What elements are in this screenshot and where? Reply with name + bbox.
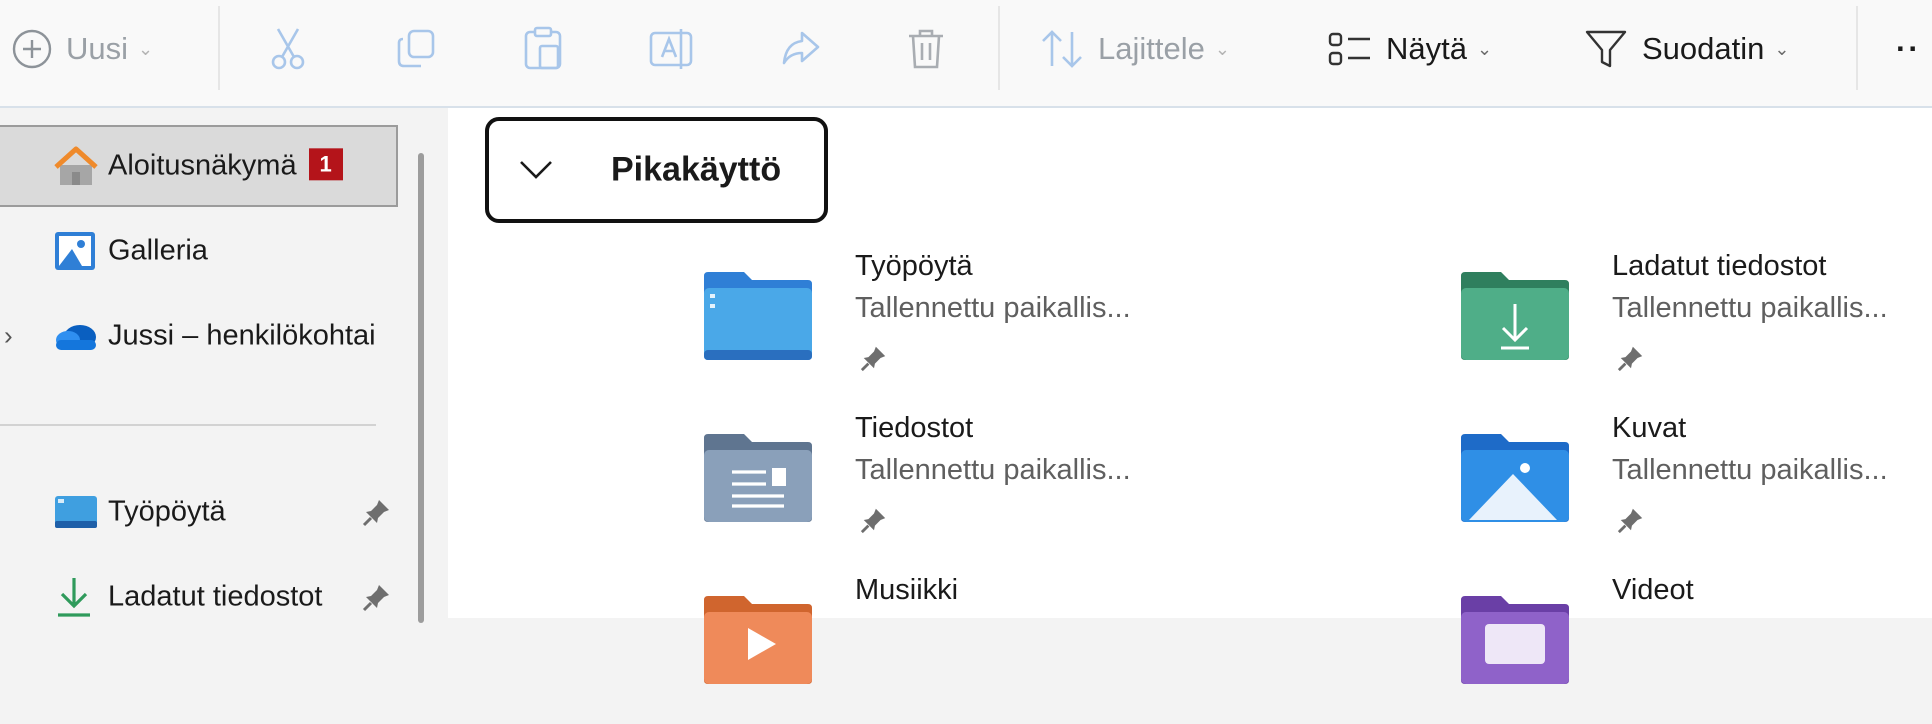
paste-button[interactable] [522,0,564,98]
gallery-icon [55,232,95,270]
sidebar-item-label: Aloitusnäkymä [108,149,297,182]
sort-label: Lajittele [1098,31,1205,66]
sidebar-divider [0,424,376,426]
chevron-down-icon: ⌄ [1214,38,1230,59]
item-location: Tallennettu paikallis... [1612,292,1888,324]
toolbar-separator [218,6,220,90]
sidebar-item-label: Galleria [108,234,208,267]
item-name: Videot [1612,574,1694,606]
filter-button[interactable]: Suodatin ⌄ [1584,0,1789,98]
quick-access-item-videos[interactable]: Videot [1457,574,1932,724]
pin-icon [1617,508,1643,534]
item-name: Musiikki [855,574,959,606]
copy-icon [397,29,435,68]
new-button[interactable]: Uusi ⌄ [12,0,153,98]
desktop-folder-icon [704,272,812,360]
content-area: Pikakäyttö Työpöytä Tallennettu paikalli… [448,108,1932,684]
view-button[interactable]: Näytä ⌄ [1328,0,1492,98]
item-name: Kuvat [1612,412,1687,444]
sidebar-scrollbar[interactable] [418,153,424,623]
item-location: Tallennettu paikallis... [1612,454,1888,486]
music-folder-icon [704,596,812,684]
sidebar-item-gallery[interactable]: Galleria [0,210,398,292]
view-label: Näytä [1386,31,1467,66]
cut-button[interactable] [268,0,308,98]
sidebar-item-downloads[interactable]: Ladatut tiedostot [0,556,392,638]
pin-icon [860,346,886,372]
item-name: Työpöytä [855,250,973,282]
sidebar-item-home[interactable]: Aloitusnäkymä 1 [0,125,398,207]
toolbar-separator [1856,6,1858,90]
scissors-icon [271,28,305,70]
quick-access-item-desktop[interactable]: Työpöytä Tallennettu paikallis... [700,250,1400,400]
item-name: Tiedostot [855,412,974,444]
quick-access-item-documents[interactable]: Tiedostot Tallennettu paikallis... [700,412,1400,562]
toolbar-separator [998,6,1000,90]
list-view-icon [1328,32,1370,66]
clipboard-icon [524,26,562,70]
navigation-pane: Aloitusnäkymä 1 Galleria › Jussi – henkil… [0,108,445,623]
trash-icon [909,29,943,69]
more-icon: ·· [1896,31,1921,66]
chevron-down-icon [520,161,552,179]
plus-circle-icon [12,29,52,69]
new-label: Uusi [66,31,129,66]
quick-access-header[interactable]: Pikakäyttö [485,117,828,223]
videos-folder-icon [1461,596,1569,684]
sort-button[interactable]: Lajittele ⌄ [1040,0,1230,98]
pin-icon[interactable] [362,497,392,527]
chevron-right-icon[interactable]: › [4,321,13,352]
copy-button[interactable] [395,0,437,98]
download-arrow-icon [58,578,90,617]
home-icon [54,146,98,185]
sidebar-item-label: Ladatut tiedostot [108,580,323,613]
desktop-folder-icon [55,496,97,528]
rename-button[interactable] [648,0,694,98]
sidebar-item-label: Jussi – henkilökohtai [108,319,376,352]
chevron-down-icon: ⌄ [138,38,154,59]
filter-label: Suodatin [1642,31,1765,66]
quick-access-item-music[interactable]: Musiikki [700,574,1400,724]
filter-funnel-icon [1585,30,1627,68]
command-bar: Uusi ⌄ Lajittele ⌄ Näytä ⌄ Suodatin ⌄ ·· [0,0,1932,108]
share-button[interactable] [778,0,822,98]
onedrive-cloud-icon [56,325,96,350]
sidebar-item-onedrive[interactable]: › Jussi – henkilökohtai [0,295,400,377]
sidebar-item-label: Työpöytä [108,495,226,528]
item-name: Ladatut tiedostot [1612,250,1827,282]
chevron-down-icon: ⌄ [1476,38,1493,59]
pin-icon [1617,346,1643,372]
rename-icon [649,29,693,69]
sort-arrows-icon [1042,30,1082,68]
section-title: Pikakäyttö [611,150,782,189]
delete-button[interactable] [906,0,946,98]
quick-access-item-downloads[interactable]: Ladatut tiedostot Tallennettu paikallis.… [1457,250,1932,400]
item-location: Tallennettu paikallis... [855,454,1131,486]
item-location: Tallennettu paikallis... [855,292,1131,324]
downloads-folder-icon [1461,272,1569,360]
pin-icon [860,508,886,534]
share-icon [782,31,820,65]
notification-badge: 1 [308,148,343,181]
pictures-folder-icon [1461,434,1569,522]
more-options-button[interactable]: ·· [1896,0,1921,98]
documents-folder-icon [704,434,812,522]
sidebar-item-desktop[interactable]: Työpöytä [0,471,392,553]
pin-icon[interactable] [362,582,392,612]
chevron-down-icon: ⌄ [1774,38,1790,59]
quick-access-item-pictures[interactable]: Kuvat Tallennettu paikallis... [1457,412,1932,562]
